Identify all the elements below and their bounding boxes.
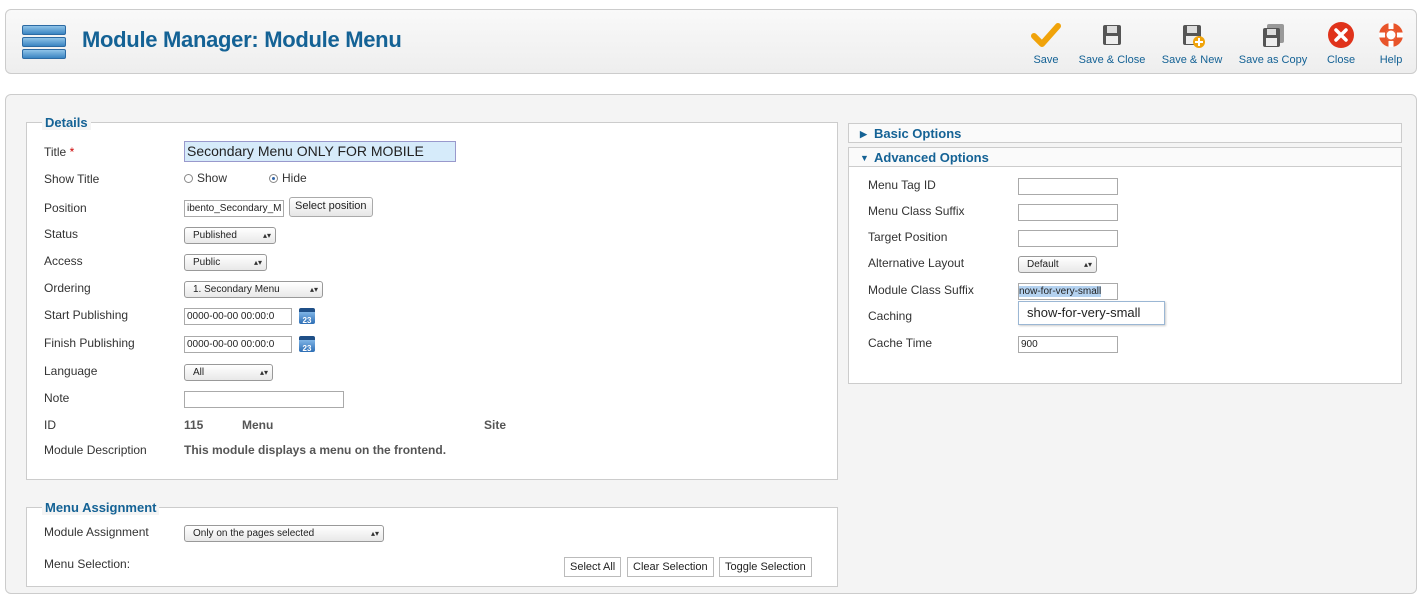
module-type: Menu (242, 418, 274, 432)
start-publishing-input[interactable]: 0000-00-00 00:00:0 (184, 308, 292, 325)
menu-tag-id-input[interactable] (1018, 178, 1118, 195)
module-class-suffix-label: Module Class Suffix (868, 283, 974, 297)
triangle-right-icon: ▶ (860, 129, 867, 139)
toolbar: Module Manager: Module Menu Save Save & … (5, 9, 1417, 74)
module-assignment-select[interactable]: Only on the pages selected ▴▾ (184, 525, 384, 542)
advanced-options-panel: Menu Tag ID Menu Class Suffix Target Pos… (848, 167, 1402, 384)
target-position-input[interactable] (1018, 230, 1118, 247)
select-arrows-icon: ▴▾ (309, 285, 318, 294)
access-select[interactable]: Public ▴▾ (184, 254, 267, 271)
required-marker: * (69, 145, 75, 159)
access-label: Access (44, 254, 83, 268)
select-position-button[interactable]: Select position (289, 197, 373, 217)
alternative-layout-select[interactable]: Default ▴▾ (1018, 256, 1097, 273)
advanced-options-header[interactable]: ▼ Advanced Options (848, 147, 1402, 167)
autocomplete-suggestion[interactable]: show-for-very-small (1018, 301, 1165, 325)
select-arrows-icon: ▴▾ (253, 258, 262, 267)
menu-class-suffix-input[interactable] (1018, 204, 1118, 221)
module-description-value: This module displays a menu on the front… (184, 443, 447, 457)
module-assignment-label: Module Assignment (44, 525, 149, 539)
menu-selection-label: Menu Selection: (44, 557, 131, 571)
show-title-label: Show Title (44, 172, 100, 186)
details-legend: Details (42, 115, 91, 130)
title-label: Title * (44, 145, 75, 159)
floppy-disk-copy-icon (1258, 21, 1288, 51)
calendar-icon[interactable]: 23 (299, 308, 315, 325)
select-arrows-icon: ▴▾ (370, 529, 379, 538)
lifebuoy-icon (1376, 21, 1406, 51)
ordering-label: Ordering (44, 281, 91, 295)
save-button[interactable]: Save (1031, 21, 1061, 66)
toggle-selection-button[interactable]: Toggle Selection (719, 557, 812, 577)
radio-icon (184, 174, 193, 184)
language-select[interactable]: All ▴▾ (184, 364, 273, 381)
calendar-icon[interactable]: 23 (299, 336, 315, 353)
selected-text: now-for-very-small (1019, 286, 1102, 297)
select-all-button[interactable]: Select All (564, 557, 622, 577)
module-manager-icon (22, 23, 66, 61)
save-as-copy-button[interactable]: Save as Copy (1238, 21, 1308, 66)
module-class-suffix-input[interactable]: now-for-very-small (1018, 283, 1118, 300)
show-title-hide-radio[interactable]: Hide (269, 171, 307, 185)
client-value: Site (484, 418, 507, 432)
position-label: Position (44, 201, 87, 215)
checkmark-icon (1031, 21, 1061, 51)
position-input[interactable]: ibento_Secondary_M (184, 200, 284, 217)
status-label: Status (44, 227, 79, 241)
clear-selection-button[interactable]: Clear Selection (627, 557, 714, 577)
status-select[interactable]: Published ▴▾ (184, 227, 276, 244)
help-button[interactable]: Help (1376, 21, 1406, 66)
note-input[interactable] (184, 391, 344, 408)
finish-publishing-label: Finish Publishing (44, 336, 135, 350)
select-arrows-icon: ▴▾ (262, 231, 271, 240)
save-new-button[interactable]: Save & New (1161, 21, 1223, 66)
save-close-button[interactable]: Save & Close (1078, 21, 1146, 66)
cache-time-input[interactable]: 900 (1018, 336, 1118, 353)
id-value: 115 (184, 418, 204, 432)
ordering-select[interactable]: 1. Secondary Menu ▴▾ (184, 281, 323, 298)
select-arrows-icon: ▴▾ (1083, 260, 1092, 269)
title-input[interactable]: Secondary Menu ONLY FOR MOBILE (184, 141, 456, 162)
basic-options-header[interactable]: ▶ Basic Options (848, 123, 1402, 143)
close-icon (1326, 21, 1356, 51)
note-label: Note (44, 391, 70, 405)
caching-label: Caching (868, 309, 913, 323)
menu-tag-id-label: Menu Tag ID (868, 178, 936, 192)
select-arrows-icon: ▴▾ (259, 368, 268, 377)
target-position-label: Target Position (868, 230, 948, 244)
cache-time-label: Cache Time (868, 336, 933, 350)
triangle-down-icon: ▼ (860, 153, 869, 163)
language-label: Language (44, 364, 98, 378)
details-panel: Details Title * Secondary Menu ONLY FOR … (26, 115, 838, 480)
menu-assignment-legend: Menu Assignment (42, 500, 160, 515)
start-publishing-label: Start Publishing (44, 308, 129, 322)
radio-checked-icon (269, 174, 278, 184)
alternative-layout-label: Alternative Layout (868, 256, 965, 270)
id-label: ID (44, 418, 56, 432)
menu-class-suffix-label: Menu Class Suffix (868, 204, 965, 218)
page-title: Module Manager: Module Menu (82, 27, 402, 52)
floppy-disk-icon (1097, 21, 1127, 51)
finish-publishing-input[interactable]: 0000-00-00 00:00:0 (184, 336, 292, 353)
show-title-show-radio[interactable]: Show (184, 171, 227, 185)
menu-assignment-panel: Menu Assignment Module Assignment Only o… (26, 500, 838, 587)
module-description-label: Module Description (44, 443, 147, 457)
close-button[interactable]: Close (1326, 21, 1356, 66)
floppy-disk-plus-icon (1177, 21, 1207, 51)
